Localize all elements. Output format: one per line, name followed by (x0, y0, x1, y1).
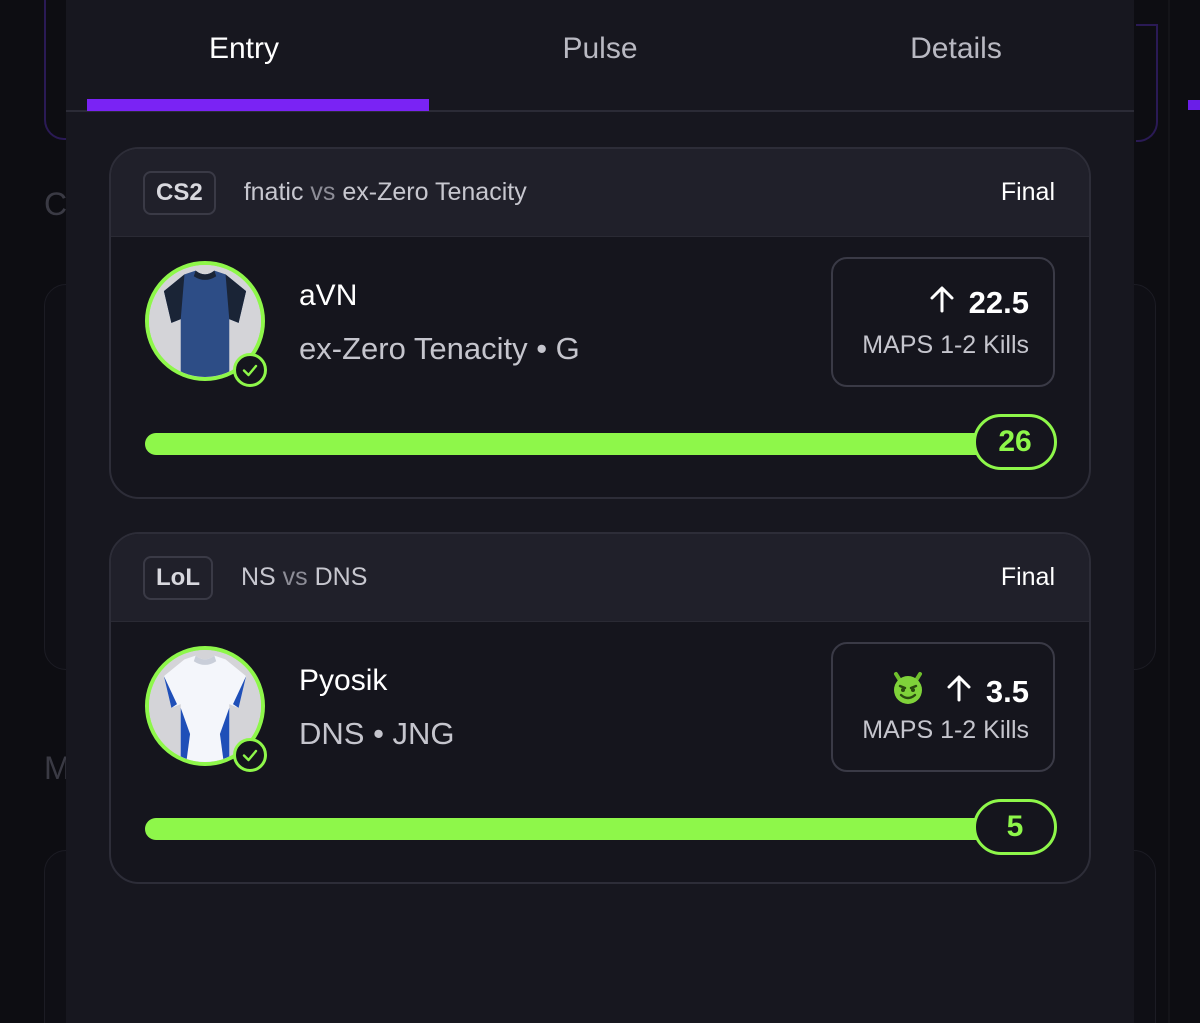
pick-card[interactable]: LoL NS vs DNS Final Pyosik DNS • JNG 3.5… (109, 532, 1091, 884)
vs-label: vs (282, 563, 308, 591)
background-tab-indicator (1188, 100, 1200, 110)
projection-box: 22.5 MAPS 1-2 Kills (831, 257, 1055, 387)
projection-box: 3.5 MAPS 1-2 Kills (831, 642, 1055, 772)
result-progress-fill (145, 818, 1025, 840)
matchup: NS vs DNS (241, 563, 1001, 592)
projection-value: 3.5 (985, 674, 1029, 709)
player-name: aVN (299, 279, 358, 312)
player-team-position: ex-Zero Tenacity • G (299, 331, 580, 366)
tab-entry[interactable]: Entry (66, 0, 422, 110)
demon-emoji-icon (890, 670, 926, 714)
background-divider (1168, 0, 1170, 1023)
vs-label: vs (310, 178, 336, 206)
background-heading-fragment: C (44, 186, 68, 222)
team-a: fnatic (243, 178, 304, 206)
team-a: NS (240, 563, 276, 591)
team-b: ex-Zero Tenacity (342, 178, 527, 206)
projection-value: 22.5 (968, 285, 1029, 320)
result-progress-fill (145, 433, 1025, 455)
result-value: 5 (973, 799, 1057, 855)
projection-line: 3.5 (890, 670, 1029, 714)
arrow-up-icon (946, 674, 972, 710)
game-badge: CS2 (143, 170, 216, 215)
player-name: Pyosik (299, 664, 388, 697)
tab-pulse[interactable]: Pulse (422, 0, 778, 110)
arrow-up-icon (929, 285, 955, 321)
result-progress-track (145, 818, 1025, 840)
game-status: Final (1000, 178, 1055, 206)
pick-card[interactable]: CS2 fnatic vs ex-Zero Tenacity Final aVN… (109, 147, 1091, 499)
game-status: Final (1000, 563, 1055, 591)
stat-type: MAPS 1-2 Kills (862, 716, 1029, 744)
background-tab-outline (1136, 24, 1158, 142)
matchup: fnatic vs ex-Zero Tenacity (244, 178, 1001, 207)
entry-sheet: Entry Pulse Details CS2 fnatic vs ex-Zer… (66, 0, 1134, 1023)
player-team-position: DNS • JNG (299, 716, 455, 751)
active-tab-indicator (87, 99, 429, 111)
tab-details[interactable]: Details (778, 0, 1134, 110)
pick-card-header: CS2 fnatic vs ex-Zero Tenacity Final (111, 149, 1089, 237)
result-progress-track (145, 433, 1025, 455)
team-b: DNS (314, 563, 368, 591)
projection-line: 22.5 (929, 285, 1029, 321)
pick-card-header: LoL NS vs DNS Final (111, 534, 1089, 622)
game-badge: LoL (143, 555, 213, 600)
stat-type: MAPS 1-2 Kills (862, 331, 1029, 359)
verified-check-icon (233, 353, 267, 387)
tab-bar: Entry Pulse Details (66, 0, 1134, 112)
result-value: 26 (973, 414, 1057, 470)
verified-check-icon (233, 738, 267, 772)
